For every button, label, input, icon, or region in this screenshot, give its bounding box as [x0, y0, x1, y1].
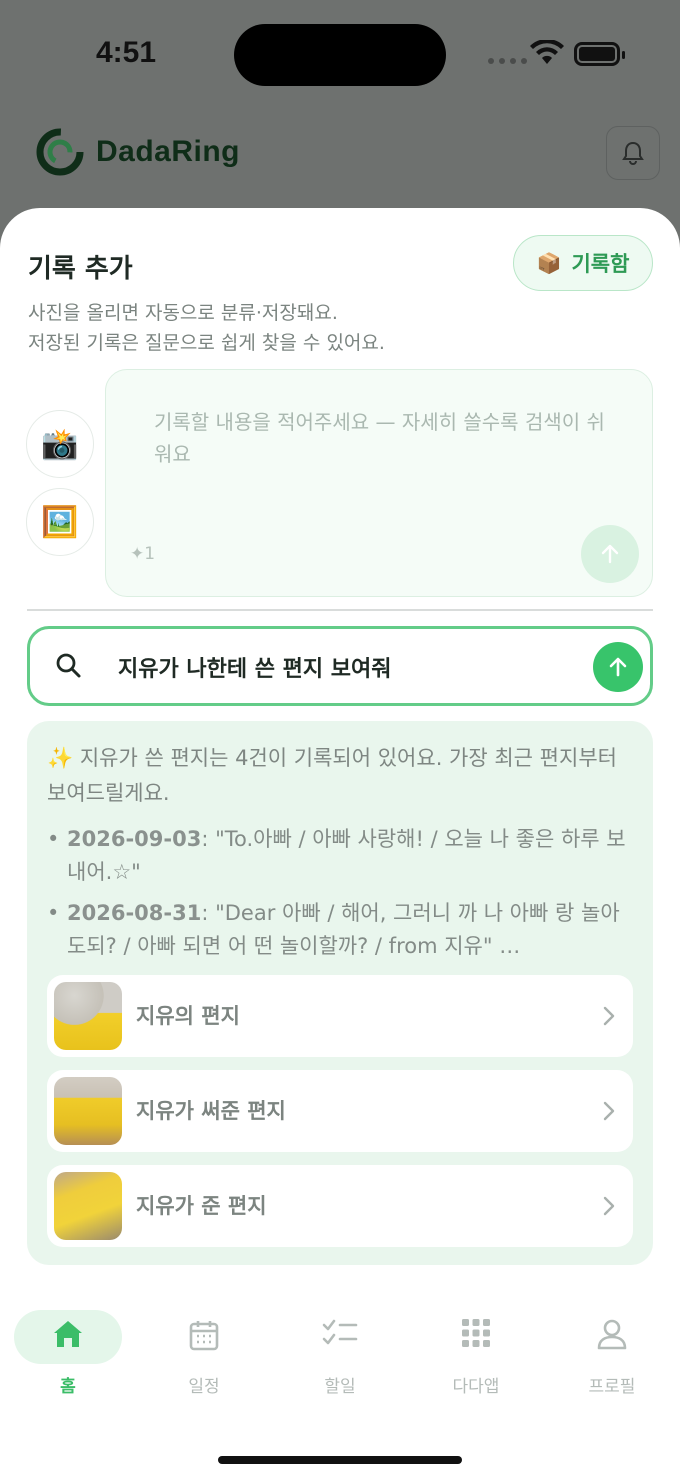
tab-calendar[interactable]: 일정: [144, 1306, 264, 1406]
box-icon: 📦: [536, 251, 562, 275]
search-input[interactable]: 지유가 나한테 쓴 편지 보여줘: [27, 626, 653, 706]
chevron-right-icon: [603, 1101, 615, 1121]
answer-item-date: 2026-08-31: [67, 901, 202, 925]
archive-button-label: 기록함: [571, 252, 630, 276]
answer-intro: ✨ 지유가 쓴 편지는 4건이 기록되어 있어요. 가장 최근 편지부터 보여드…: [47, 741, 637, 811]
answer-item: 2026-09-03: "To.아빠 / 아빠 사랑해! / 오늘 나 좋은 하…: [47, 823, 637, 889]
result-card[interactable]: 지유가 준 편지: [47, 1165, 633, 1247]
search-answer-card: ✨ 지유가 쓴 편지는 4건이 기록되어 있어요. 가장 최근 편지부터 보여드…: [27, 721, 653, 1265]
answer-item: 2026-08-31: "Dear 아빠 / 해어, 그러니 까 나 아빠 랑 …: [47, 897, 637, 963]
calendar-icon: [189, 1321, 219, 1351]
camera-icon: 📸: [41, 426, 79, 462]
grid-icon: [462, 1319, 490, 1347]
tab-profile[interactable]: 프로필: [552, 1306, 672, 1406]
answer-item-date: 2026-09-03: [67, 827, 202, 851]
chevron-right-icon: [603, 1196, 615, 1216]
result-card[interactable]: 지유가 써준 편지: [47, 1070, 633, 1152]
tab-label: 할일: [324, 1377, 356, 1397]
status-time: 4:51: [96, 36, 157, 69]
sheet-title: 기록 추가: [28, 254, 133, 284]
search-icon: [56, 653, 81, 678]
result-thumbnail: [54, 1077, 122, 1145]
battery-icon: [574, 42, 625, 66]
divider: [27, 609, 653, 611]
result-title: 지유가 준 편지: [136, 1194, 267, 1218]
subtitle-line-2: 저장된 기록은 질문으로 쉽게 찾을 수 있어요.: [28, 332, 385, 354]
result-thumbnail: [54, 982, 122, 1050]
subtitle-line-1: 사진을 올리면 자동으로 분류·저장돼요.: [28, 302, 338, 324]
profile-icon: [597, 1319, 627, 1350]
tab-apps[interactable]: 다다앱: [416, 1306, 536, 1406]
signal-dots-icon: [488, 58, 527, 64]
tab-home[interactable]: 홈: [14, 1306, 122, 1406]
tab-bar: 홈 일정 할일 다다앱 프로필: [0, 1306, 680, 1416]
tab-label: 프로필: [588, 1377, 636, 1397]
archive-button[interactable]: 📦 기록함: [513, 235, 653, 291]
wifi-icon: [530, 40, 564, 64]
add-record-sheet: 기록 추가 📦 기록함 사진을 올리면 자동으로 분류·저장돼요. 저장된 기록…: [0, 208, 680, 1478]
picture-icon: 🖼️: [41, 504, 79, 540]
result-title: 지유가 써준 편지: [136, 1099, 286, 1123]
gallery-button[interactable]: 🖼️: [26, 488, 94, 556]
camera-button[interactable]: 📸: [26, 410, 94, 478]
result-card[interactable]: 지유의 편지: [47, 975, 633, 1057]
app-header: DadaRing: [0, 120, 680, 190]
home-icon: [54, 1321, 82, 1347]
logo-ring-icon: [36, 128, 84, 176]
status-bar: 4:51: [0, 0, 680, 110]
tab-label: 다다앱: [452, 1377, 500, 1397]
home-indicator: [218, 1456, 462, 1464]
arrow-up-icon: [609, 657, 627, 677]
sparkle-icon: ✨: [47, 746, 74, 770]
search-submit-button[interactable]: [593, 642, 643, 692]
tab-label: 일정: [188, 1377, 220, 1397]
result-thumbnail: [54, 1172, 122, 1240]
sheet-subtitle: 사진을 올리면 자동으로 분류·저장돼요. 저장된 기록은 질문으로 쉽게 찾을…: [28, 298, 385, 358]
bell-icon: [622, 141, 644, 165]
search-query: 지유가 나한테 쓴 편지 보여줘: [118, 657, 392, 682]
note-placeholder: 기록할 내용을 적어주세요 — 자세히 쓸수록 검색이 쉬워요: [154, 410, 605, 466]
note-input[interactable]: 기록할 내용을 적어주세요 — 자세히 쓸수록 검색이 쉬워요 ✦1: [105, 369, 653, 597]
checklist-icon: [322, 1319, 358, 1345]
result-title: 지유의 편지: [136, 1004, 240, 1028]
notification-button[interactable]: [606, 126, 660, 180]
chevron-right-icon: [603, 1006, 615, 1026]
answer-intro-text: 지유가 쓴 편지는 4건이 기록되어 있어요. 가장 최근 편지부터 보여드릴게…: [47, 746, 617, 805]
tab-label: 홈: [60, 1377, 76, 1397]
app-logo: DadaRing: [34, 126, 240, 178]
note-submit-button[interactable]: [581, 525, 639, 583]
logo-text: DadaRing: [96, 135, 241, 168]
tab-todo[interactable]: 할일: [280, 1306, 400, 1406]
arrow-up-icon: [601, 544, 619, 564]
dynamic-island: [234, 24, 446, 86]
ai-sparkle-counter: ✦1: [130, 544, 156, 564]
